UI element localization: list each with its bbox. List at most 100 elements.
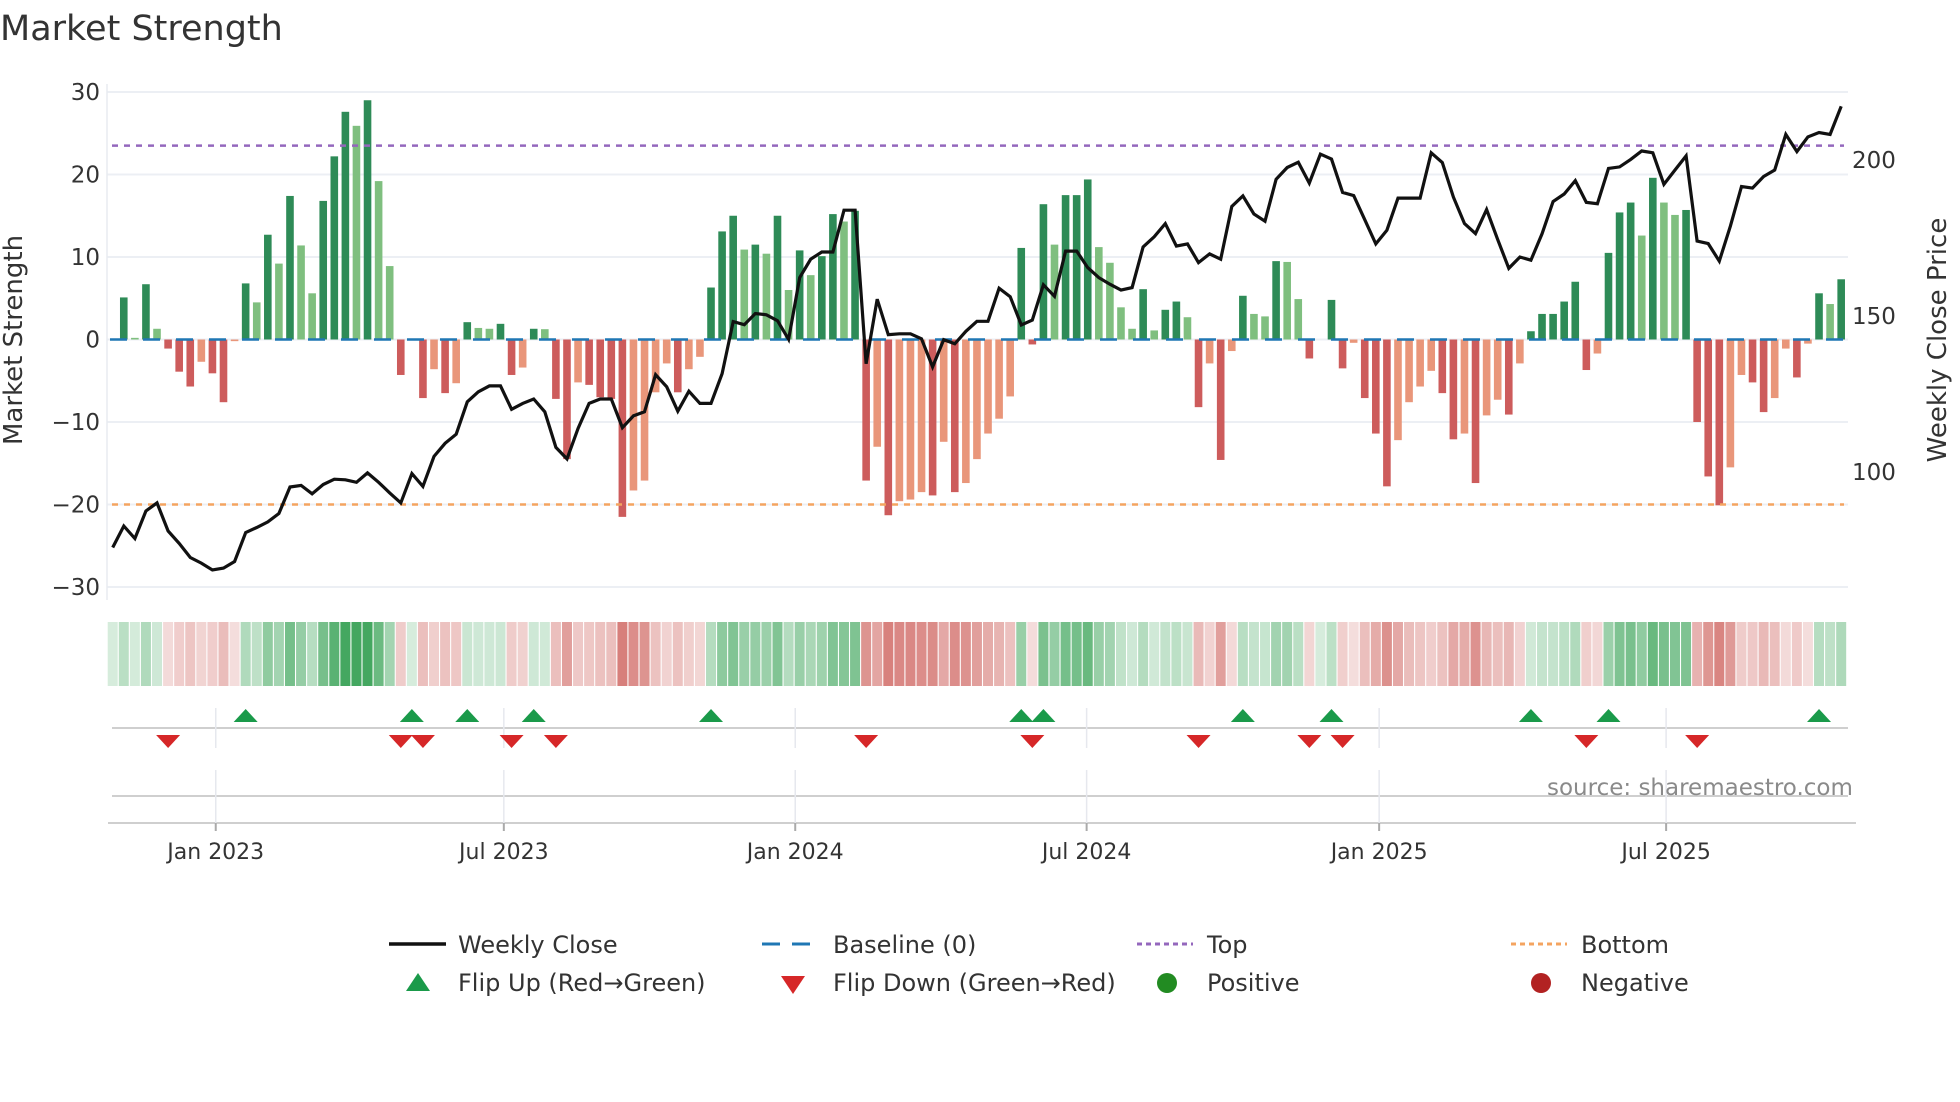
strength-bar — [1704, 339, 1713, 477]
heat-cell — [883, 622, 894, 686]
strength-bar — [430, 339, 438, 370]
strength-bar — [1615, 212, 1624, 340]
y-tick-label: 30 — [71, 80, 100, 106]
heat-cell — [251, 622, 262, 686]
heat-cell — [1736, 622, 1747, 686]
heat-cell — [1548, 622, 1559, 686]
heat-cell — [1581, 622, 1592, 686]
heat-cell — [462, 622, 473, 686]
heat-cell — [606, 622, 617, 686]
heat-cell — [960, 622, 971, 686]
heat-cell — [417, 622, 428, 686]
strength-bar — [264, 234, 272, 340]
strength-bar — [685, 339, 693, 370]
strength-bar — [973, 339, 981, 460]
heat-cell — [1514, 622, 1525, 686]
heat-cell — [351, 622, 362, 686]
strength-bar — [396, 339, 405, 375]
y2-tick-label: 150 — [1852, 304, 1896, 330]
heat-cell — [506, 622, 517, 686]
strength-bar — [1250, 313, 1258, 340]
strength-bar — [1793, 339, 1801, 378]
legend-item-flip-down[interactable]: Flip Down (Green→Red) — [781, 969, 1116, 997]
strength-bar — [1039, 204, 1048, 340]
legend-item-negative[interactable]: Negative — [1531, 969, 1689, 997]
legend-item-top[interactable]: Top — [1137, 931, 1248, 959]
weekly-close-line — [111, 105, 1843, 572]
heat-cell — [1392, 622, 1403, 686]
heat-cell — [1492, 622, 1503, 686]
right-axis-label: Weekly Close Price — [1923, 218, 1953, 463]
strength-bar — [419, 339, 427, 399]
legend-label: Flip Down (Green→Red) — [833, 969, 1116, 997]
heat-cell — [384, 622, 395, 686]
flip-down-marker — [1020, 735, 1045, 748]
heat-cell — [838, 622, 849, 686]
heat-cell — [273, 622, 284, 686]
strength-bar — [275, 263, 283, 340]
heat-cell — [1271, 622, 1282, 686]
heat-cell — [240, 622, 251, 686]
strength-bar — [552, 339, 560, 399]
heat-cell — [152, 622, 163, 686]
strength-bar — [1294, 299, 1303, 340]
heat-cell — [1415, 622, 1426, 686]
heat-cell — [440, 622, 451, 686]
heat-cell — [1525, 622, 1536, 686]
x-tick-label: Jul 2024 — [1040, 840, 1132, 865]
strength-bar — [186, 339, 195, 387]
heat-cell — [1326, 622, 1337, 686]
heat-cell — [318, 622, 329, 686]
heat-cell — [473, 622, 484, 686]
heat-cell — [639, 622, 650, 686]
strength-bar — [1637, 235, 1646, 340]
strength-bar — [352, 125, 361, 340]
heat-cell — [1005, 622, 1016, 686]
heat-cell — [916, 622, 927, 686]
strength-bar — [286, 195, 294, 340]
heat-cell — [196, 622, 207, 686]
strength-bar — [1072, 195, 1081, 340]
strength-bar — [806, 275, 815, 340]
strength-bar — [1372, 339, 1380, 434]
heat-cell — [783, 622, 794, 686]
flip-up-marker — [233, 709, 258, 722]
strength-bar — [673, 339, 682, 393]
strength-bar — [1438, 339, 1447, 394]
heat-cell — [628, 622, 639, 686]
strength-bar — [1172, 301, 1181, 340]
strength-bar — [1671, 214, 1679, 340]
triangle-down-icon — [781, 976, 805, 994]
strength-bar — [1582, 339, 1591, 371]
strength-bar — [164, 339, 172, 349]
heat-cell — [1559, 622, 1570, 686]
strength-bar — [707, 287, 715, 340]
strength-bar — [541, 329, 549, 340]
flip-down-marker — [410, 735, 435, 748]
heat-cell — [816, 622, 827, 686]
legend-item-baseline[interactable]: Baseline (0) — [762, 931, 976, 959]
legend-item-flip-up[interactable]: Flip Up (Red→Green) — [406, 969, 706, 997]
heat-cell — [938, 622, 949, 686]
strength-bar — [507, 339, 516, 375]
strength-heat-strip — [107, 622, 1847, 686]
flip-up-marker — [1518, 709, 1543, 722]
heat-cell — [1404, 622, 1415, 686]
heat-cell — [1038, 622, 1049, 686]
heat-cell — [1802, 622, 1813, 686]
legend-item-bottom[interactable]: Bottom — [1511, 931, 1669, 959]
heat-cell — [1592, 622, 1603, 686]
heat-cell — [1614, 622, 1625, 686]
x-tick-label: Jan 2023 — [165, 840, 264, 865]
strength-bar — [818, 256, 826, 340]
y-tick-label: 10 — [71, 245, 100, 271]
strength-bar — [1482, 339, 1491, 416]
strength-bar — [1006, 339, 1014, 397]
strength-bar — [208, 339, 217, 374]
legend-item-positive[interactable]: Positive — [1157, 969, 1300, 997]
heat-cell — [1138, 622, 1149, 686]
strength-bar — [1471, 339, 1480, 484]
legend-item-weekly-close[interactable]: Weekly Close — [389, 931, 618, 959]
heat-cell — [1370, 622, 1381, 686]
heat-cell — [983, 622, 994, 686]
